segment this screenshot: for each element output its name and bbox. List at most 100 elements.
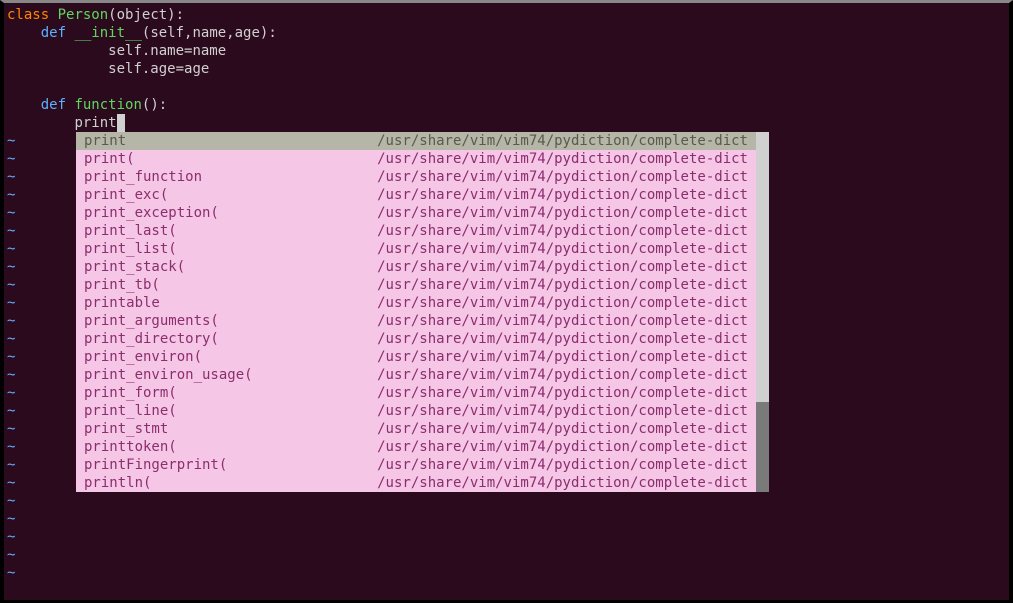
tilde: ~ bbox=[7, 294, 15, 312]
completion-name: print_stack( bbox=[84, 258, 185, 276]
completion-item[interactable]: print_arguments( /usr/share/vim/vim74/pyd… bbox=[76, 312, 756, 330]
completion-path: /usr/share/vim/vim74/pydiction/complete-… bbox=[377, 438, 748, 456]
completion-path: /usr/share/vim/vim74/pydiction/complete-… bbox=[377, 204, 748, 222]
completion-path: /usr/share/vim/vim74/pydiction/complete-… bbox=[377, 186, 748, 204]
completion-item[interactable]: println( /usr/share/vim/vim74/pydiction/c… bbox=[76, 474, 756, 492]
completion-name: print_form( bbox=[84, 384, 177, 402]
completion-name: print bbox=[84, 132, 126, 150]
completion-item[interactable]: print_stack( /usr/share/vim/vim74/pydicti… bbox=[76, 258, 756, 276]
tilde: ~ bbox=[7, 204, 15, 222]
completion-path: /usr/share/vim/vim74/pydiction/complete-… bbox=[377, 366, 748, 384]
empty-line-tildes-below: ~~~~~ bbox=[7, 492, 15, 582]
completion-name: print_list( bbox=[84, 240, 177, 258]
completion-item[interactable]: print_stmt/usr/share/vim/vim74/pydiction… bbox=[76, 420, 756, 438]
vim-editor[interactable]: class Person(object): def __init__(self,… bbox=[4, 3, 1009, 132]
tilde: ~ bbox=[7, 312, 15, 330]
tilde: ~ bbox=[7, 222, 15, 240]
keyword-class: class bbox=[7, 7, 49, 23]
tilde: ~ bbox=[7, 276, 15, 294]
code-line-1: class Person(object): bbox=[7, 6, 1009, 24]
completion-path: /usr/share/vim/vim74/pydiction/complete-… bbox=[377, 474, 748, 492]
tilde: ~ bbox=[7, 366, 15, 384]
completion-name: print_arguments( bbox=[84, 312, 219, 330]
completion-name: printFingerprint( bbox=[84, 456, 227, 474]
tilde: ~ bbox=[7, 186, 15, 204]
keyword-def: def bbox=[41, 25, 66, 41]
completion-item[interactable]: printFingerprint(/usr/share/vim/vim74/py… bbox=[76, 456, 756, 474]
completion-path: /usr/share/vim/vim74/pydiction/complete-… bbox=[377, 330, 748, 348]
tilde: ~ bbox=[7, 384, 15, 402]
completion-name: print_tb( bbox=[84, 276, 160, 294]
tilde: ~ bbox=[7, 510, 15, 528]
tilde: ~ bbox=[7, 240, 15, 258]
code-line-5 bbox=[7, 78, 1009, 96]
code-line-7: print bbox=[7, 114, 1009, 132]
empty-line-tildes: ~~~~~~~~~~~~~~~~~~~~ bbox=[7, 132, 15, 492]
func-name: function bbox=[74, 97, 141, 113]
code-line-2: def __init__(self,name,age): bbox=[7, 24, 1009, 42]
completion-path: /usr/share/vim/vim74/pydiction/complete-… bbox=[377, 222, 748, 240]
completion-name: print_directory( bbox=[84, 330, 219, 348]
completion-item[interactable]: print_environ_usage( /usr/share/vim/vim74… bbox=[76, 366, 756, 384]
completion-item[interactable]: print_list( /usr/share/vim/vim74/pydictio… bbox=[76, 240, 756, 258]
completion-name: printable bbox=[84, 294, 160, 312]
completion-name: print_environ( bbox=[84, 348, 202, 366]
completion-item[interactable]: print_tb( /usr/share/vim/vim74/pydiction/… bbox=[76, 276, 756, 294]
completion-name: print( bbox=[84, 150, 135, 168]
completion-path: /usr/share/vim/vim74/pydiction/complete-… bbox=[377, 312, 748, 330]
keyword-def: def bbox=[41, 97, 66, 113]
completion-item[interactable]: print_environ( /usr/share/vim/vim74/pydic… bbox=[76, 348, 756, 366]
completion-name: printtoken( bbox=[84, 438, 177, 456]
completion-path: /usr/share/vim/vim74/pydiction/complete-… bbox=[377, 420, 748, 438]
scroll-thumb[interactable] bbox=[756, 132, 769, 402]
tilde: ~ bbox=[7, 330, 15, 348]
func-name: __init__ bbox=[74, 25, 141, 41]
completion-path: /usr/share/vim/vim74/pydiction/complete-… bbox=[377, 150, 748, 168]
completion-item[interactable]: print_exc( /usr/share/vim/vim74/pydiction… bbox=[76, 186, 756, 204]
tilde: ~ bbox=[7, 528, 15, 546]
completion-path: /usr/share/vim/vim74/pydiction/complete-… bbox=[377, 240, 748, 258]
tilde: ~ bbox=[7, 402, 15, 420]
completion-path: /usr/share/vim/vim74/pydiction/complete-… bbox=[377, 348, 748, 366]
tilde: ~ bbox=[7, 492, 15, 510]
completion-item[interactable]: print/usr/share/vim/vim74/pydiction/comp… bbox=[76, 132, 756, 150]
tilde: ~ bbox=[7, 420, 15, 438]
completion-path: /usr/share/vim/vim74/pydiction/complete-… bbox=[377, 402, 748, 420]
popup-scrollbar[interactable] bbox=[756, 132, 769, 492]
completion-path: /usr/share/vim/vim74/pydiction/complete-… bbox=[377, 258, 748, 276]
scroll-track[interactable] bbox=[756, 402, 769, 492]
tilde: ~ bbox=[7, 564, 15, 582]
code-line-3: self.name=name bbox=[7, 42, 1009, 60]
completion-name: print_exc( bbox=[84, 186, 168, 204]
text-cursor bbox=[117, 114, 125, 132]
completion-item[interactable]: printtoken( /usr/share/vim/vim74/pydictio… bbox=[76, 438, 756, 456]
completion-name: print_function bbox=[84, 168, 202, 186]
completion-item[interactable]: print( /usr/share/vim/vim74/pydiction/com… bbox=[76, 150, 756, 168]
tilde: ~ bbox=[7, 258, 15, 276]
completion-item[interactable]: print_line( /usr/share/vim/vim74/pydictio… bbox=[76, 402, 756, 420]
completion-path: /usr/share/vim/vim74/pydiction/complete-… bbox=[377, 132, 748, 150]
completion-item[interactable]: print_directory( /usr/share/vim/vim74/pyd… bbox=[76, 330, 756, 348]
completion-item[interactable]: print_form( /usr/share/vim/vim74/pydictio… bbox=[76, 384, 756, 402]
tilde: ~ bbox=[7, 474, 15, 492]
completion-name: print_line( bbox=[84, 402, 177, 420]
completion-popup-wrapper: print/usr/share/vim/vim74/pydiction/comp… bbox=[76, 132, 769, 492]
completion-item[interactable]: print_function/usr/share/vim/vim74/pydic… bbox=[76, 168, 756, 186]
completion-popup[interactable]: print/usr/share/vim/vim74/pydiction/comp… bbox=[76, 132, 756, 492]
completion-item[interactable]: print_last( /usr/share/vim/vim74/pydictio… bbox=[76, 222, 756, 240]
tilde: ~ bbox=[7, 456, 15, 474]
completion-path: /usr/share/vim/vim74/pydiction/complete-… bbox=[377, 384, 748, 402]
tilde: ~ bbox=[7, 438, 15, 456]
completion-name: print_exception( bbox=[84, 204, 219, 222]
completion-path: /usr/share/vim/vim74/pydiction/complete-… bbox=[377, 276, 748, 294]
tilde: ~ bbox=[7, 546, 15, 564]
completion-name: print_environ_usage( bbox=[84, 366, 253, 384]
completion-item[interactable]: print_exception( /usr/share/vim/vim74/pyd… bbox=[76, 204, 756, 222]
tilde: ~ bbox=[7, 348, 15, 366]
completion-name: print_stmt bbox=[84, 420, 168, 438]
completion-path: /usr/share/vim/vim74/pydiction/complete-… bbox=[377, 294, 748, 312]
completion-name: print_last( bbox=[84, 222, 177, 240]
completion-name: println( bbox=[84, 474, 151, 492]
completion-item[interactable]: printable/usr/share/vim/vim74/pydiction/… bbox=[76, 294, 756, 312]
code-line-4: self.age=age bbox=[7, 60, 1009, 78]
